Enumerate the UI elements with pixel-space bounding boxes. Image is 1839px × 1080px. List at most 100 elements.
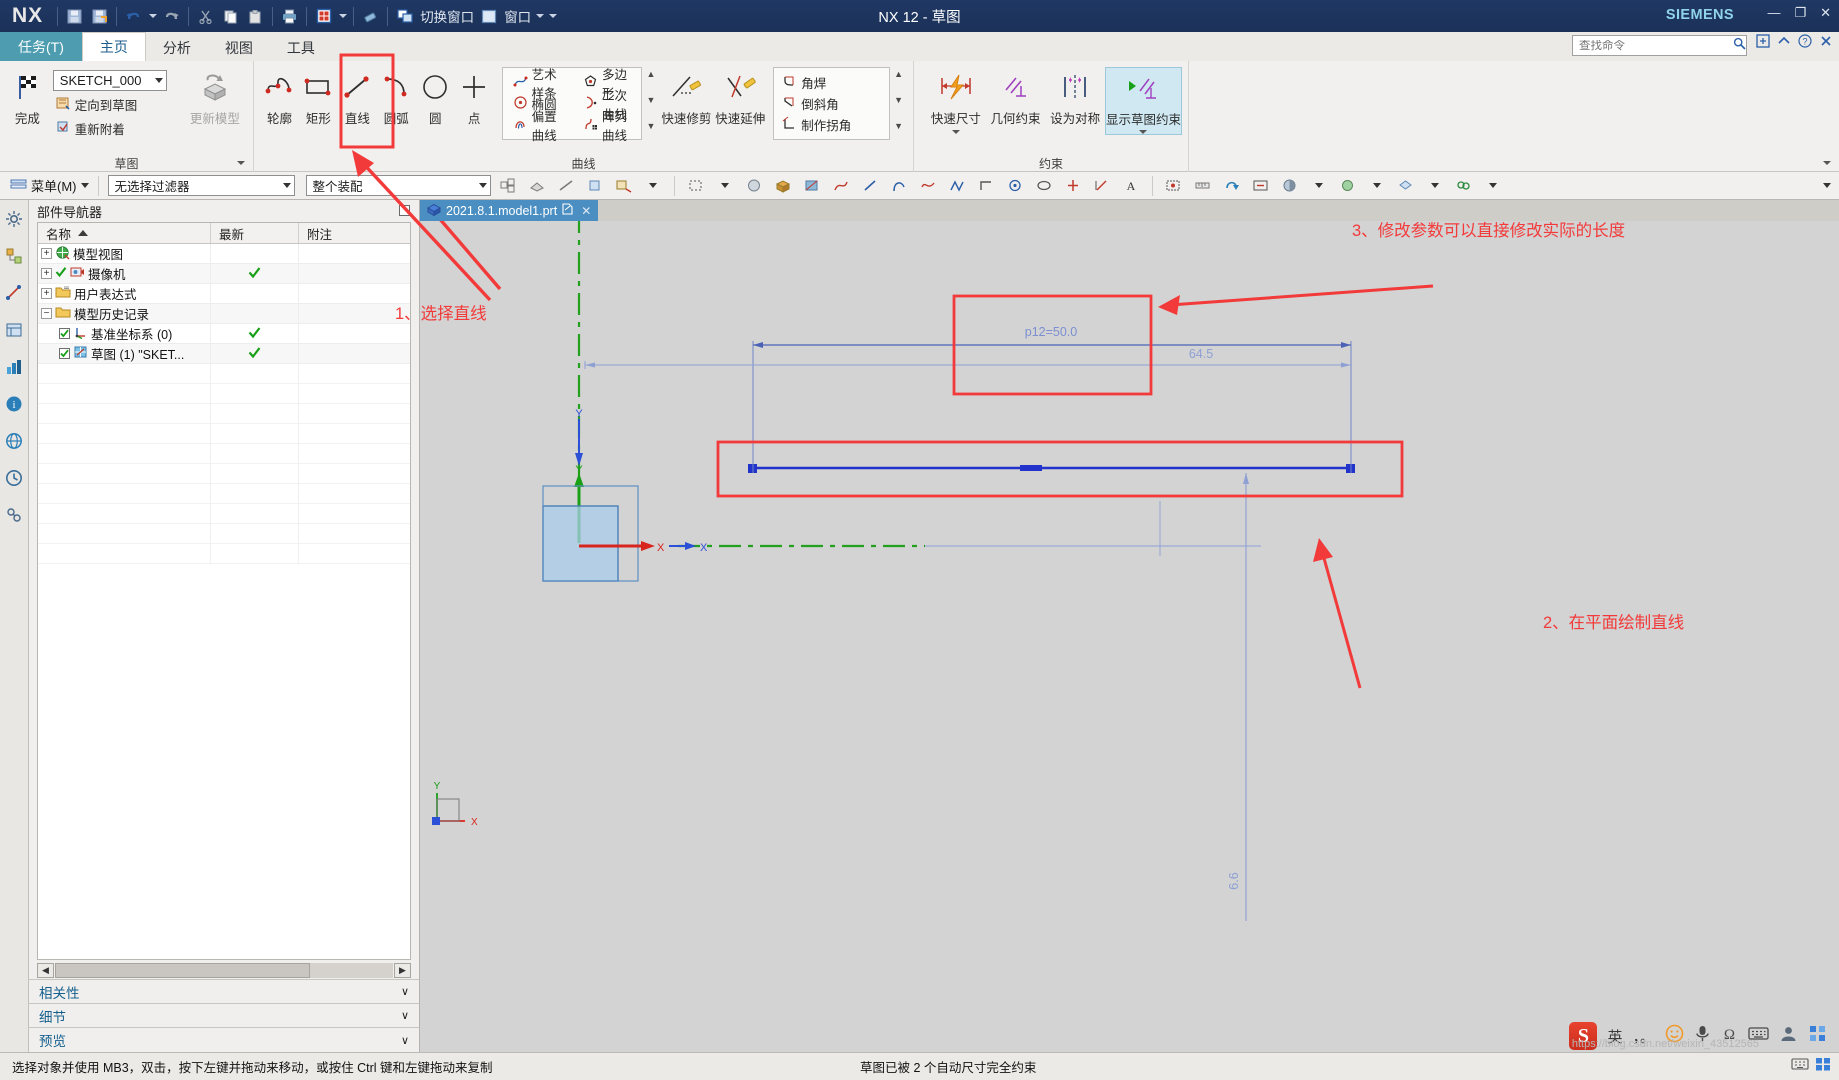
- chevron-down-icon[interactable]: [951, 130, 960, 134]
- part-navigator-icon[interactable]: [2, 317, 26, 343]
- fillet-item[interactable]: 角焊: [780, 72, 879, 93]
- corner-list-scroll-arrows[interactable]: ▲ ▼ ▼: [890, 67, 907, 133]
- grid-dropdown-icon[interactable]: [336, 4, 349, 28]
- accordion-dependencies[interactable]: 相关性 ∨: [29, 980, 419, 1004]
- quick-trim-button[interactable]: 快速修剪: [659, 67, 713, 127]
- scroll-up-icon[interactable]: ▲: [646, 69, 655, 79]
- history-icon[interactable]: [2, 465, 26, 491]
- render-style-icon[interactable]: [1336, 175, 1360, 197]
- snap-point-icon[interactable]: [612, 175, 636, 197]
- scroll-track[interactable]: [55, 963, 393, 978]
- tab-task[interactable]: 任务(T): [0, 32, 82, 61]
- user-icon[interactable]: [1779, 1024, 1798, 1048]
- tree-item-model-views[interactable]: + 模型视图: [38, 243, 211, 264]
- selection-scope-combo[interactable]: 整个装配: [305, 175, 491, 196]
- checkbox[interactable]: [59, 348, 70, 359]
- chamfer-item[interactable]: 倒斜角: [780, 93, 879, 114]
- constraint-navigator-icon[interactable]: [2, 280, 26, 306]
- tree-horizontal-scrollbar[interactable]: ◀ ▶: [37, 962, 411, 979]
- shade-icon[interactable]: [1278, 175, 1302, 197]
- render-dropdown-icon[interactable]: [1365, 175, 1389, 197]
- section-icon[interactable]: [800, 175, 824, 197]
- close-icon[interactable]: ✕: [581, 204, 591, 218]
- menu-button[interactable]: 菜单(M): [10, 176, 89, 195]
- switch-window-label[interactable]: 切换窗口: [417, 6, 476, 26]
- status-keyboard-icon[interactable]: [1791, 1057, 1809, 1076]
- web-browser-icon[interactable]: [2, 428, 26, 454]
- within-assembly-icon[interactable]: [496, 175, 520, 197]
- select-edges-icon[interactable]: [554, 175, 578, 197]
- window-icon[interactable]: [476, 4, 501, 28]
- minimize-ribbon-icon[interactable]: [1777, 34, 1791, 53]
- tree-item-datum-csys[interactable]: 基准坐标系 (0): [38, 323, 211, 344]
- chevron-down-icon[interactable]: [237, 161, 245, 165]
- info-icon[interactable]: i: [2, 391, 26, 417]
- tab-view[interactable]: 视图: [208, 34, 270, 61]
- search-input[interactable]: [1579, 39, 1733, 52]
- scroll-right-icon[interactable]: ▶: [394, 963, 411, 978]
- minimize-button[interactable]: —: [1767, 5, 1780, 21]
- redo-icon[interactable]: [159, 4, 184, 28]
- line-button[interactable]: 直线: [338, 67, 377, 127]
- document-tab[interactable]: 2021.8.1.model1.prt ✕: [420, 200, 599, 221]
- tab-home[interactable]: 主页: [81, 32, 146, 61]
- show-sketch-constraints-button[interactable]: 显示草图约束: [1104, 67, 1182, 135]
- table-row[interactable]: + 模型视图: [38, 243, 410, 264]
- save-as-icon[interactable]: [87, 4, 112, 28]
- search-icon[interactable]: [1733, 37, 1746, 55]
- studio-spline-item[interactable]: 艺术样条: [511, 68, 563, 101]
- table-row[interactable]: + 摄像机: [38, 263, 410, 284]
- fit-view-icon[interactable]: [1249, 175, 1273, 197]
- accordion-preview[interactable]: 预览 ∨: [29, 1028, 419, 1052]
- undo-icon[interactable]: [121, 4, 146, 28]
- pattern-curve-item[interactable]: 阵列曲线: [581, 110, 633, 143]
- geometric-constraint-button[interactable]: 几何约束: [986, 67, 1046, 127]
- sketch-name-combo[interactable]: SKETCH_000: [52, 70, 167, 91]
- cut-icon[interactable]: [193, 4, 218, 28]
- quick-dimension-button[interactable]: 快速尺寸: [926, 67, 986, 134]
- rect-select-icon[interactable]: [684, 175, 708, 197]
- print-icon[interactable]: [277, 4, 302, 28]
- box-icon[interactable]: [771, 175, 795, 197]
- quick-extend-button[interactable]: 快速延伸: [713, 67, 767, 127]
- finish-sketch-button[interactable]: 完成: [6, 67, 49, 127]
- select-faces-icon[interactable]: [525, 175, 549, 197]
- view-dropdown-icon[interactable]: [1423, 175, 1447, 197]
- checkbox[interactable]: [59, 328, 70, 339]
- tree-item-model-history[interactable]: − 模型历史记录: [38, 303, 211, 324]
- help-icon[interactable]: ?: [1798, 34, 1812, 53]
- table-row[interactable]: 基准坐标系 (0): [38, 323, 410, 344]
- edit-icon[interactable]: [562, 203, 573, 218]
- reuse-library-icon[interactable]: [2, 354, 26, 380]
- scroll-left-icon[interactable]: ◀: [37, 963, 54, 978]
- orient-to-sketch-button[interactable]: 定向到草图: [53, 94, 167, 115]
- tree-item-user-expressions[interactable]: + 用户表达式: [38, 283, 211, 304]
- switch-window-icon[interactable]: [392, 4, 417, 28]
- window-dropdown-icon[interactable]: [533, 4, 546, 28]
- qat-overflow-icon[interactable]: [546, 4, 559, 28]
- line-tool-icon[interactable]: [858, 175, 882, 197]
- table-row[interactable]: − 模型历史记录: [38, 303, 410, 324]
- ellipse-tool-icon[interactable]: [1032, 175, 1056, 197]
- undo-dropdown-icon[interactable]: [146, 4, 159, 28]
- apps-icon[interactable]: [1808, 1024, 1827, 1048]
- update-model-button[interactable]: 更新模型: [183, 67, 247, 127]
- window-label[interactable]: 窗口: [501, 6, 533, 26]
- profile-button[interactable]: 轮廓: [260, 67, 299, 127]
- reattach-button[interactable]: 重新附着: [53, 118, 167, 139]
- chevron-down-icon[interactable]: [1823, 161, 1831, 165]
- scroll-down-icon[interactable]: ▼: [894, 95, 903, 105]
- eraser-icon[interactable]: [358, 4, 383, 28]
- column-header-latest[interactable]: 最新: [211, 223, 299, 243]
- rectangle-button[interactable]: 矩形: [299, 67, 338, 127]
- expander-icon[interactable]: −: [41, 308, 52, 319]
- command-search-box[interactable]: [1572, 35, 1747, 56]
- graphics-canvas[interactable]: Y Y X X p12=50.0 64.5 6.6 Y X 2、在平面绘制直线 …: [420, 221, 1839, 1052]
- tree-item-cameras[interactable]: + 摄像机: [38, 263, 211, 284]
- make-symmetric-button[interactable]: 设为对称: [1045, 67, 1105, 127]
- close-button[interactable]: ✕: [1820, 5, 1831, 21]
- tab-tools[interactable]: 工具: [270, 34, 332, 61]
- assembly-navigator-icon[interactable]: [2, 243, 26, 269]
- expander-icon[interactable]: +: [41, 268, 52, 279]
- text-tool-icon[interactable]: A: [1119, 175, 1143, 197]
